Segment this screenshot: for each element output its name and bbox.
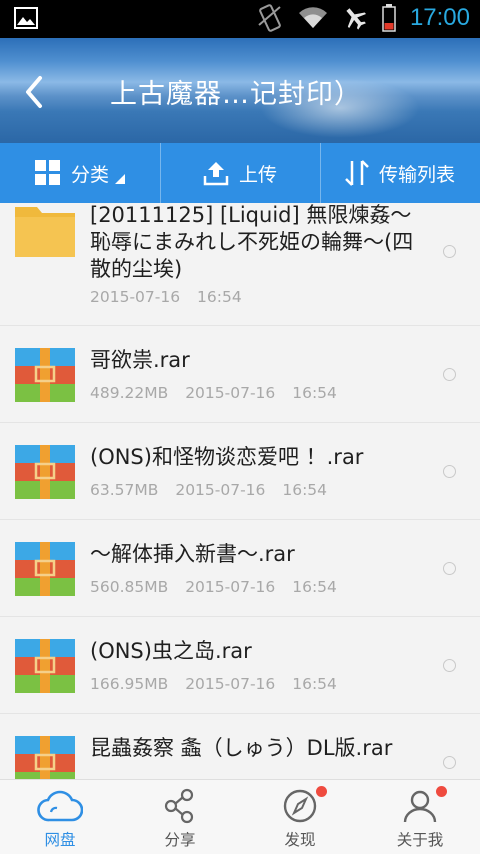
- select-checkbox[interactable]: [443, 659, 456, 672]
- file-meta: 560.85MB 2015-07-16 16:54: [90, 578, 337, 596]
- battery-icon: [382, 4, 396, 32]
- nav-discover[interactable]: 发现: [240, 780, 360, 854]
- file-time: 16:54: [282, 481, 328, 499]
- notification-badge: [436, 786, 447, 797]
- file-name: [20111125] [Liquid] 無限煉姦～恥辱にまみれし不死姫の輪舞～(…: [90, 203, 414, 281]
- file-size: 489.22MB: [90, 384, 169, 402]
- classify-label: 分类: [70, 163, 109, 186]
- airplane-icon: [346, 8, 366, 30]
- cloud-icon: [37, 790, 83, 822]
- file-meta: 63.57MB 2015-07-16 16:54: [90, 481, 327, 499]
- select-checkbox[interactable]: [443, 245, 456, 258]
- list-item-file[interactable]: 昆蟲姦察 螽（しゅう）DL版.rar: [0, 714, 480, 779]
- share-icon: [164, 788, 194, 824]
- wifi-icon: [298, 7, 327, 29]
- file-date: 2015-07-16: [185, 578, 276, 596]
- status-bar: 17:00: [0, 0, 480, 38]
- file-name: ～解体挿入新書～.rar: [90, 542, 295, 566]
- nav-label: 分享: [164, 831, 196, 849]
- clock: 17:00: [409, 4, 470, 31]
- file-meta: 166.95MB 2015-07-16 16:54: [90, 675, 337, 693]
- rar-archive-icon: [15, 639, 75, 693]
- file-name: (ONS)和怪物谈恋爱吧 ！.rar: [90, 445, 364, 469]
- select-checkbox[interactable]: [443, 465, 456, 478]
- file-date: 2015-07-16: [185, 675, 276, 693]
- file-name: (ONS)虫之岛.rar: [90, 639, 252, 663]
- transfer-list-button[interactable]: 传输列表: [320, 143, 480, 203]
- file-size: 63.57MB: [90, 481, 159, 499]
- file-list: [20111125] [Liquid] 無限煉姦～恥辱にまみれし不死姫の輪舞～(…: [0, 203, 480, 779]
- select-checkbox[interactable]: [443, 756, 456, 769]
- nav-label: 关于我: [396, 831, 444, 849]
- file-size: 166.95MB: [90, 675, 169, 693]
- file-time: 16:54: [292, 578, 337, 596]
- user-icon: [403, 790, 437, 823]
- rar-archive-icon: [15, 542, 75, 596]
- back-arrow-icon: [26, 76, 42, 108]
- file-meta: 489.22MB 2015-07-16 16:54: [90, 384, 337, 402]
- transfer-arrows-icon: [345, 160, 369, 186]
- file-name: 昆蟲姦察 螽（しゅう）DL版.rar: [90, 736, 393, 760]
- nav-cloud-disk[interactable]: 网盘: [0, 780, 120, 854]
- list-item-folder[interactable]: [20111125] [Liquid] 無限煉姦～恥辱にまみれし不死姫の輪舞～(…: [0, 203, 480, 326]
- upload-label: 上传: [238, 163, 277, 186]
- list-item-file[interactable]: ～解体挿入新書～.rar 560.85MB 2015-07-16 16:54: [0, 520, 480, 617]
- compass-icon: [283, 789, 317, 823]
- dropdown-indicator-icon: [115, 174, 125, 184]
- toolbar: 分类 上传 传输列表: [0, 143, 480, 203]
- file-date: 2015-07-16: [90, 288, 181, 306]
- file-meta: 2015-07-16 16:54: [90, 288, 242, 306]
- folder-icon: [15, 207, 75, 257]
- list-item-file[interactable]: 哥欲祟.rar 489.22MB 2015-07-16 16:54: [0, 326, 480, 423]
- page-title: 上古魔器…记封印）: [110, 79, 362, 110]
- grid-icon: [34, 160, 60, 185]
- file-date: 2015-07-16: [185, 384, 276, 402]
- transfer-list-label: 传输列表: [378, 163, 455, 186]
- file-time: 16:54: [292, 675, 337, 693]
- nav-share[interactable]: 分享: [120, 780, 240, 854]
- notification-badge: [316, 786, 327, 797]
- file-date: 2015-07-16: [175, 481, 266, 499]
- file-time: 16:54: [292, 384, 337, 402]
- file-name: 哥欲祟.rar: [90, 348, 190, 372]
- file-time: 16:54: [197, 288, 242, 306]
- select-checkbox[interactable]: [443, 368, 456, 381]
- back-button[interactable]: [18, 72, 58, 112]
- upload-icon: [203, 162, 229, 186]
- rar-archive-icon: [15, 348, 75, 402]
- nav-label: 网盘: [44, 831, 76, 849]
- file-size: 560.85MB: [90, 578, 169, 596]
- select-checkbox[interactable]: [443, 562, 456, 575]
- classify-button[interactable]: 分类: [0, 143, 160, 203]
- upload-button[interactable]: 上传: [160, 143, 320, 203]
- vibrate-icon: [258, 4, 281, 32]
- header: 上古魔器…记封印）: [0, 38, 480, 143]
- nav-about-me[interactable]: 关于我: [360, 780, 480, 854]
- bottom-nav: 网盘 分享 发现 关于我: [0, 779, 480, 854]
- nav-label: 发现: [284, 831, 316, 849]
- list-item-file[interactable]: (ONS)虫之岛.rar 166.95MB 2015-07-16 16:54: [0, 617, 480, 714]
- gallery-icon: [14, 7, 38, 29]
- rar-archive-icon: [15, 445, 75, 499]
- rar-archive-icon: [15, 736, 75, 779]
- list-item-file[interactable]: (ONS)和怪物谈恋爱吧 ！.rar 63.57MB 2015-07-16 16…: [0, 423, 480, 520]
